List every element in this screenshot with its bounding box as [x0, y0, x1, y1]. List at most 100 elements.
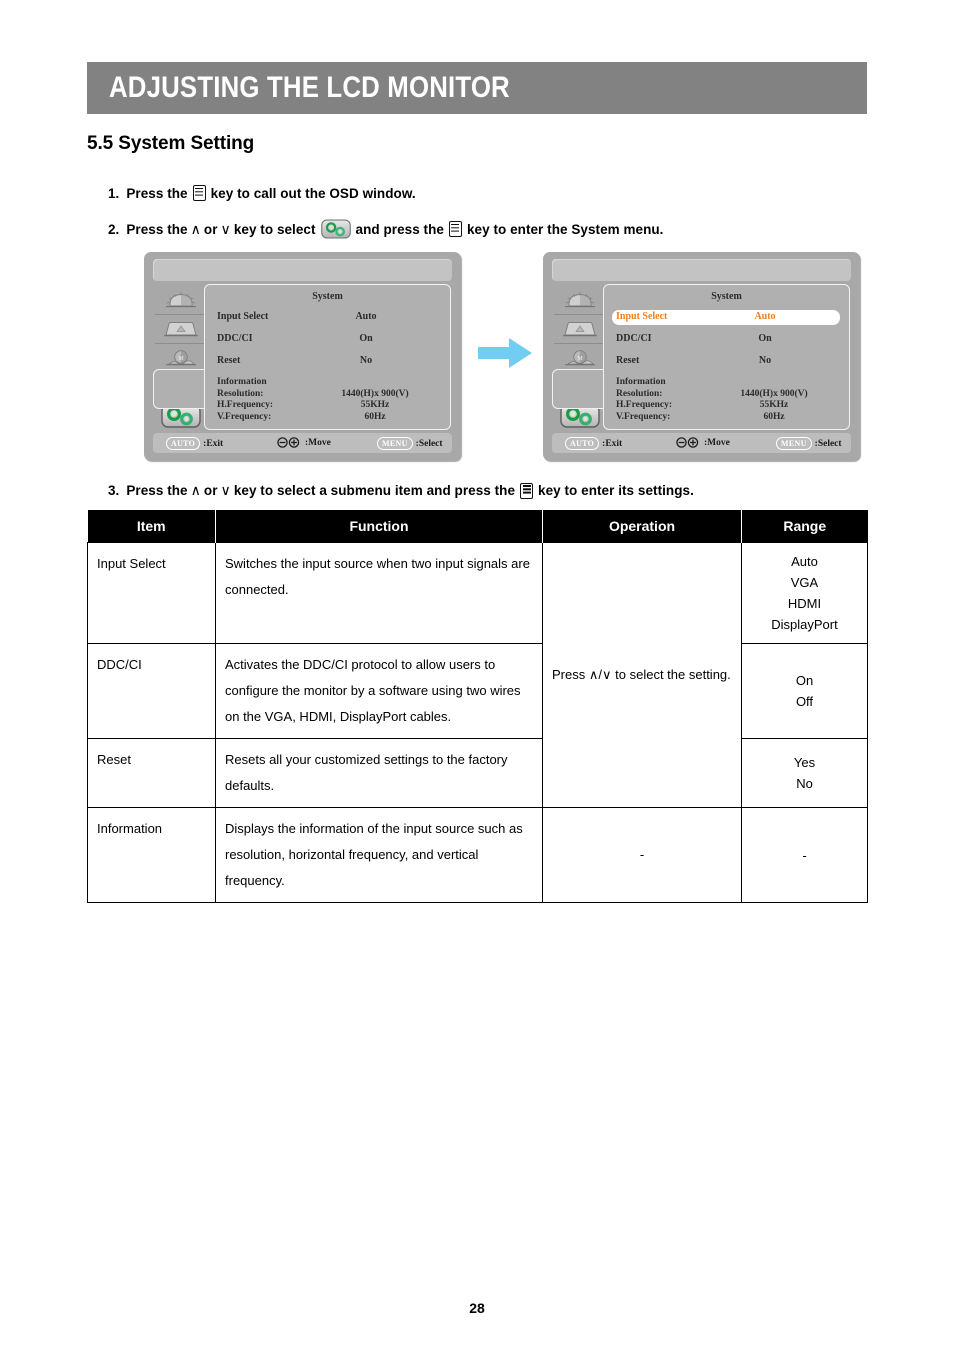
step-3-part-a: Press the	[126, 483, 188, 498]
section-heading: 5.5 System Setting	[87, 133, 255, 154]
osd-footer-select-label: :Select	[415, 438, 443, 449]
osd-footer-move[interactable]: :Move	[676, 437, 730, 448]
osd-row-label: DDC/CI	[616, 333, 652, 344]
move-keys-icon	[676, 437, 700, 448]
step-3: 3. Press the ∧ or ∨ key to select a subm…	[108, 482, 694, 499]
osd-selected-tab-connector	[153, 369, 207, 409]
osd-titlebar	[153, 259, 452, 281]
osd-rail-item-brightness[interactable]	[554, 286, 606, 315]
flow-arrow	[478, 336, 534, 370]
osd-content-panel: System Input Select Auto DDC/CI On Reset…	[603, 284, 850, 430]
cell-function: Resets all your customized settings to t…	[215, 738, 543, 808]
menu-key-pill: MENU	[776, 437, 812, 450]
cell-operation: Press ∧ / ∨ to select the setting.	[542, 542, 742, 808]
range-list: Auto VGA HDMI DisplayPort	[751, 551, 858, 635]
cell-range: -	[741, 807, 868, 903]
operation-down-glyph: ∨	[602, 667, 612, 682]
column-header-function: Function	[215, 510, 543, 543]
range-list: -	[751, 845, 858, 866]
image-icon	[164, 322, 198, 337]
operation-up-glyph: ∧	[588, 667, 599, 682]
menu-key-icon	[192, 185, 206, 201]
osd-footer-exit-label: :Exit	[203, 438, 224, 449]
osd-footer-bar: AUTO :Exit :Move MENU :Select	[153, 433, 452, 453]
chapter-banner: ADJUSTING THE LCD MONITOR	[87, 62, 867, 114]
cell-item: DDC/CI	[87, 643, 216, 739]
table-row: Reset Resets all your customized setting…	[87, 738, 868, 808]
cell-function: Switches the input source when two input…	[215, 542, 543, 644]
cell-item: Reset	[87, 738, 216, 808]
range-list: Yes No	[751, 752, 858, 794]
page-title: ADJUSTING THE LCD MONITOR	[109, 71, 510, 104]
osd-rail-item-image[interactable]	[554, 315, 606, 344]
step-1-text-before: Press the	[126, 185, 188, 201]
osd-row-reset[interactable]: Reset No	[213, 354, 441, 369]
cell-operation: -	[542, 807, 742, 903]
osd-row-ddcci[interactable]: DDC/CI On	[213, 332, 441, 347]
cell-range: Auto VGA HDMI DisplayPort	[741, 542, 868, 644]
osd-row-value: Auto	[754, 311, 776, 322]
osd-footer-move[interactable]: :Move	[277, 437, 331, 448]
range-option: Yes	[793, 755, 816, 770]
osd-footer-select[interactable]: MENU :Select	[377, 437, 443, 450]
step-2: 2. Press the ∧ or ∨ key to select and pr…	[108, 219, 663, 239]
menu-key-icon	[520, 482, 534, 499]
step-1-number: 1.	[108, 185, 120, 201]
system-gear-icon	[320, 219, 351, 239]
range-option: Off	[795, 694, 814, 709]
osd-row-input-select-selected[interactable]: Input Select Auto	[612, 310, 840, 325]
down-arrow-glyph: ∨	[220, 220, 231, 237]
step-3-or: or	[203, 483, 218, 498]
step-3-part-c: key to enter its settings.	[538, 483, 694, 498]
step-2-number: 2.	[108, 221, 120, 237]
osd-row-label: Reset	[616, 355, 640, 366]
range-option: On	[795, 673, 814, 688]
osd-row-label: DDC/CI	[217, 333, 253, 344]
step-2-part-c: and press the	[355, 221, 444, 237]
osd-rail-item-image[interactable]	[155, 315, 207, 344]
range-option: No	[796, 776, 813, 791]
cell-item: Information	[87, 807, 216, 903]
column-header-range: Range	[741, 510, 868, 543]
osd-row-reset[interactable]: Reset No	[612, 354, 840, 369]
operation-prefix: Press	[552, 667, 586, 682]
osd-footer-bar: AUTO :Exit :Move MENU :Select	[552, 433, 851, 453]
table-header-row: Item Function Operation Range	[87, 510, 868, 543]
osd-footer-exit-label: :Exit	[602, 438, 623, 449]
step-2-or: or	[203, 221, 218, 237]
osd-preview-after: M OSD	[543, 252, 860, 461]
table-row: Input Select Switches the input source w…	[87, 542, 868, 808]
menu-key-pill: MENU	[377, 437, 413, 450]
column-header-item: Item	[87, 510, 216, 543]
auto-key-pill: AUTO	[166, 437, 201, 450]
osd-preview-before: M OSD	[144, 252, 461, 461]
osd-footer-move-label: :Move	[704, 437, 730, 448]
column-header-operation: Operation	[542, 510, 742, 543]
osd-footer-exit[interactable]: AUTO :Exit	[565, 437, 622, 450]
step-1-text-after: key to call out the OSD window.	[210, 185, 416, 201]
step-2-part-b: key to select	[233, 221, 316, 237]
osd-row-ddcci[interactable]: DDC/CI On	[612, 332, 840, 347]
cell-range: On Off	[741, 643, 868, 739]
up-arrow-glyph: ∧	[190, 220, 201, 237]
osd-row-value: No	[758, 355, 772, 366]
image-icon	[563, 322, 597, 337]
osd-row-label: Input Select	[616, 311, 668, 322]
osd-menu-title: System	[711, 291, 742, 302]
auto-key-pill: AUTO	[565, 437, 600, 450]
down-arrow-glyph: ∨	[220, 482, 231, 498]
menu-key-icon	[448, 221, 462, 237]
osd-row-value: On	[758, 333, 772, 344]
system-settings-table: Item Function Operation Range Input Sele…	[87, 510, 868, 903]
osd-rail-item-brightness[interactable]	[155, 286, 207, 315]
osd-selected-tab-connector	[552, 369, 606, 409]
cell-function: Displays the information of the input so…	[215, 807, 543, 903]
osd-row-input-select[interactable]: Input Select Auto	[213, 310, 441, 325]
page-number: 28	[469, 1300, 485, 1316]
osd-footer-select[interactable]: MENU :Select	[776, 437, 842, 450]
osd-row-value: On	[359, 333, 373, 344]
brightness-icon	[166, 292, 196, 308]
brightness-icon	[565, 292, 595, 308]
osd-footer-exit[interactable]: AUTO :Exit	[166, 437, 223, 450]
osd-row-label: Reset	[217, 355, 241, 366]
